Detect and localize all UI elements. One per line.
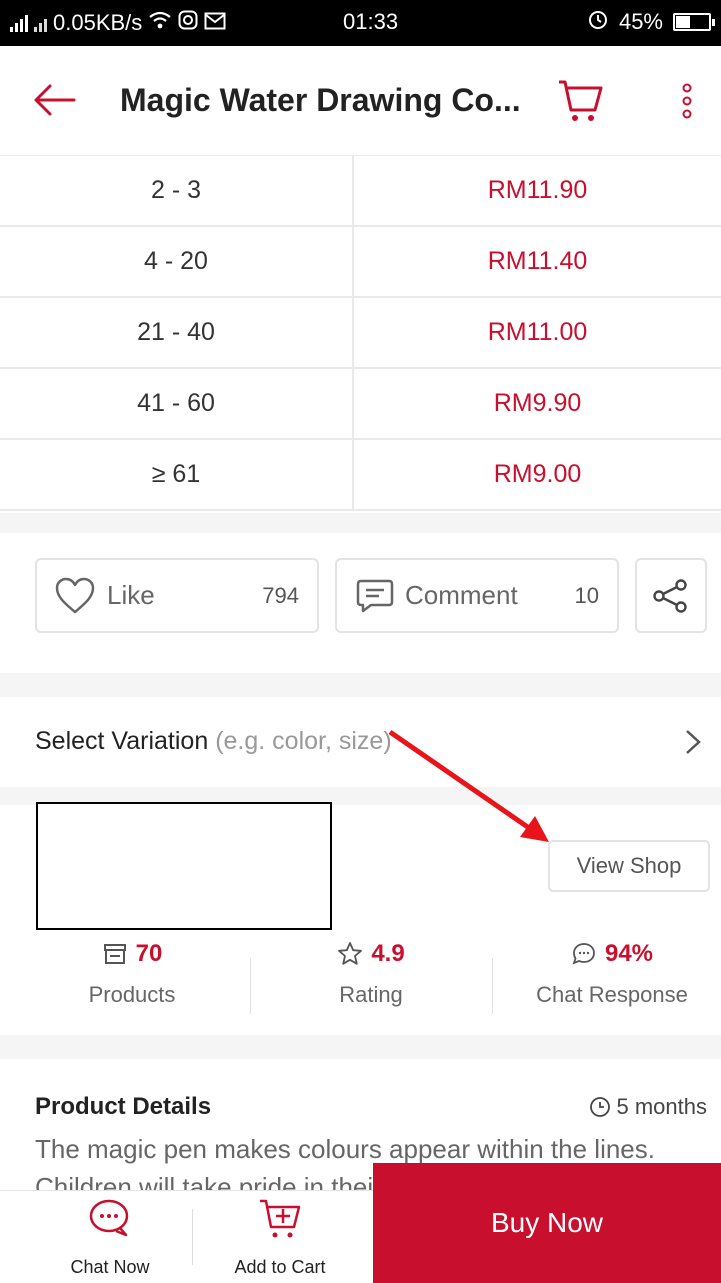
quantity-range: 2 - 3 — [0, 156, 354, 225]
add-to-cart-label: Add to Cart — [234, 1257, 326, 1277]
section-divider — [0, 673, 721, 697]
battery-icon — [673, 13, 715, 31]
quantity-range: 4 - 20 — [0, 227, 354, 296]
table-row: 4 - 20 RM11.40 — [0, 227, 721, 298]
like-count: 794 — [262, 582, 299, 608]
comment-button[interactable]: Comment 10 — [335, 558, 619, 633]
select-variation-label: Select Variation (e.g. color, size) — [35, 727, 392, 756]
chat-now-button[interactable]: Chat Now — [40, 1191, 180, 1283]
quantity-range: 41 - 60 — [0, 369, 354, 438]
view-shop-button[interactable]: View Shop — [548, 840, 710, 892]
app-header: Magic Water Drawing Co... — [0, 46, 721, 156]
comment-count: 10 — [574, 582, 599, 608]
table-row: 2 - 3 RM11.90 — [0, 156, 721, 227]
chat-response-label: Chat Response — [536, 982, 688, 1007]
network-speed: 0.05KB/s — [53, 10, 143, 35]
instagram-icon — [178, 10, 198, 36]
mail-icon — [204, 10, 226, 36]
products-label: Products — [88, 982, 176, 1007]
clock: 01:33 — [343, 9, 399, 34]
stat-rating: 4.9 Rating — [251, 940, 491, 1008]
stat-products: 70 Products — [12, 940, 252, 1008]
more-vertical-icon — [682, 83, 692, 119]
rating-label: Rating — [339, 982, 403, 1007]
share-icon — [653, 578, 687, 613]
table-row: ≥ 61 RM9.00 — [0, 440, 721, 511]
cart-button[interactable] — [555, 74, 605, 126]
table-row: 41 - 60 RM9.90 — [0, 369, 721, 440]
page-title: Magic Water Drawing Co... — [120, 82, 521, 118]
product-details-title: Product Details — [35, 1093, 212, 1120]
battery-level-fill — [676, 16, 690, 28]
products-count: 70 — [135, 940, 163, 967]
listing-age: 5 months — [589, 1094, 708, 1120]
back-button[interactable] — [30, 80, 80, 120]
quantity-range: 21 - 40 — [0, 298, 354, 367]
add-to-cart-button[interactable]: Add to Cart — [210, 1191, 350, 1283]
alarm-icon — [587, 8, 609, 36]
add-to-cart-icon — [260, 1199, 301, 1238]
unit-price: RM11.40 — [487, 247, 588, 275]
unit-price: RM11.90 — [487, 176, 588, 204]
heart-icon — [55, 577, 95, 613]
buy-now-button[interactable]: Buy Now — [373, 1163, 721, 1283]
chat-response-value: 94% — [604, 940, 654, 967]
status-bar: 0.05KB/s 01:33 45% — [0, 0, 721, 46]
stat-chat-response: 94% Chat Response — [492, 940, 721, 1008]
quantity-range: ≥ 61 — [0, 440, 354, 509]
comment-label: Comment — [405, 580, 518, 610]
clock-icon — [589, 1097, 610, 1117]
chat-bubble-icon — [572, 943, 595, 965]
rating-value: 4.9 — [371, 940, 405, 967]
back-arrow-icon — [34, 84, 76, 116]
section-divider — [0, 513, 721, 533]
wifi-icon — [148, 10, 172, 36]
unit-price: RM9.90 — [493, 389, 582, 417]
variation-title: Select Variation — [35, 727, 209, 755]
more-options-button[interactable] — [672, 76, 702, 126]
chat-icon — [89, 1199, 129, 1237]
like-label: Like — [107, 580, 155, 610]
chevron-right-icon — [686, 730, 701, 754]
variation-hint: (e.g. color, size) — [215, 727, 392, 755]
unit-price: RM11.00 — [487, 318, 588, 346]
redacted-shop-info — [36, 802, 332, 930]
unit-price: RM9.00 — [493, 460, 582, 488]
cart-icon — [559, 80, 603, 121]
signal-icon-sim2 — [34, 14, 47, 32]
battery-percent: 45% — [618, 9, 663, 34]
table-row: 21 - 40 RM11.00 — [0, 298, 721, 369]
store-icon — [103, 944, 126, 964]
like-button[interactable]: Like 794 — [35, 558, 319, 633]
share-button[interactable] — [635, 558, 707, 633]
signal-icon — [10, 14, 28, 32]
star-icon — [338, 942, 363, 965]
comment-icon — [356, 579, 394, 612]
listing-age-text: 5 months — [616, 1094, 708, 1119]
select-variation-row[interactable]: Select Variation (e.g. color, size) — [0, 697, 721, 787]
chat-now-label: Chat Now — [70, 1257, 150, 1277]
wholesale-price-table: 2 - 3 RM11.90 4 - 20 RM11.40 21 - 40 RM1… — [0, 156, 721, 511]
divider — [192, 1209, 193, 1265]
section-divider — [0, 1035, 721, 1059]
